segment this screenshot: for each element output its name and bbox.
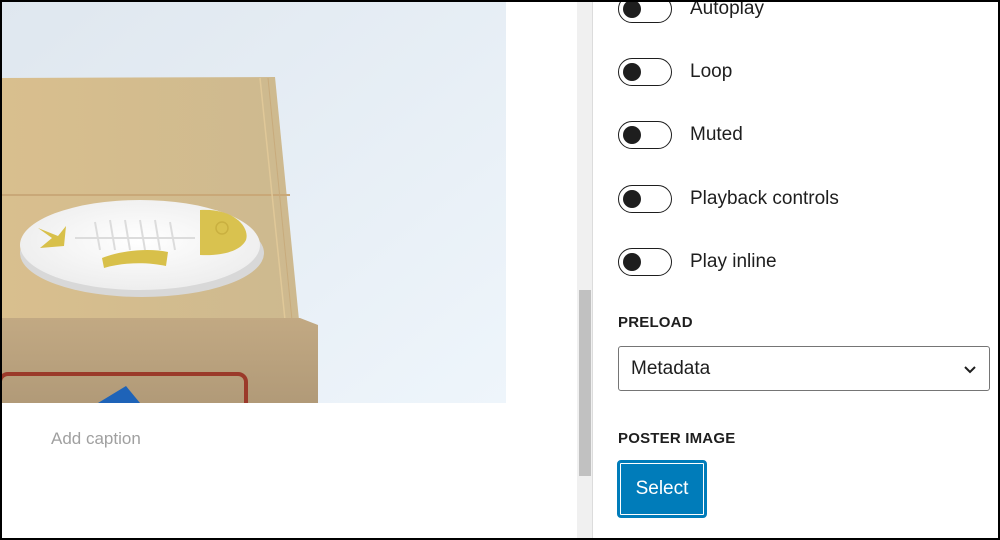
toggle-label: Loop (690, 61, 733, 82)
toggle-label: Playback controls (690, 188, 839, 209)
toggle-row-muted[interactable]: Muted (618, 120, 743, 150)
toggle-row-autoplay[interactable]: Autoplay (618, 0, 764, 24)
autoplay-toggle[interactable] (618, 0, 672, 23)
toggle-knob (623, 63, 641, 81)
editor-scrollbar[interactable] (577, 0, 593, 540)
chevron-down-icon (964, 365, 976, 373)
video-poster-image[interactable] (0, 0, 506, 403)
poster-image-label: POSTER IMAGE (618, 430, 736, 447)
toggle-label: Autoplay (690, 0, 764, 19)
preload-selected-value: Metadata (631, 357, 711, 379)
preload-select[interactable]: Metadata (618, 346, 990, 391)
preload-label: PRELOAD (618, 314, 693, 331)
playback-controls-toggle[interactable] (618, 185, 672, 213)
caption-input[interactable]: Add caption (51, 429, 141, 449)
toggle-knob (623, 126, 641, 144)
muted-toggle[interactable] (618, 121, 672, 149)
toggle-label: Play inline (690, 251, 777, 272)
toggle-knob (623, 0, 641, 18)
play-inline-toggle[interactable] (618, 248, 672, 276)
toggle-row-loop[interactable]: Loop (618, 57, 732, 87)
loop-toggle[interactable] (618, 58, 672, 86)
toggle-knob (623, 190, 641, 208)
block-settings-sidebar: Autoplay Loop Muted Playback controls Pl… (594, 0, 1000, 540)
toggle-label: Muted (690, 124, 743, 145)
editor-canvas: Add caption (0, 0, 577, 540)
toggle-row-playback-controls[interactable]: Playback controls (618, 184, 839, 214)
scrollbar-thumb[interactable] (579, 290, 591, 476)
toggle-knob (623, 253, 641, 271)
photo-illustration (0, 0, 506, 403)
toggle-row-play-inline[interactable]: Play inline (618, 247, 777, 277)
select-poster-button[interactable]: Select (617, 460, 707, 518)
